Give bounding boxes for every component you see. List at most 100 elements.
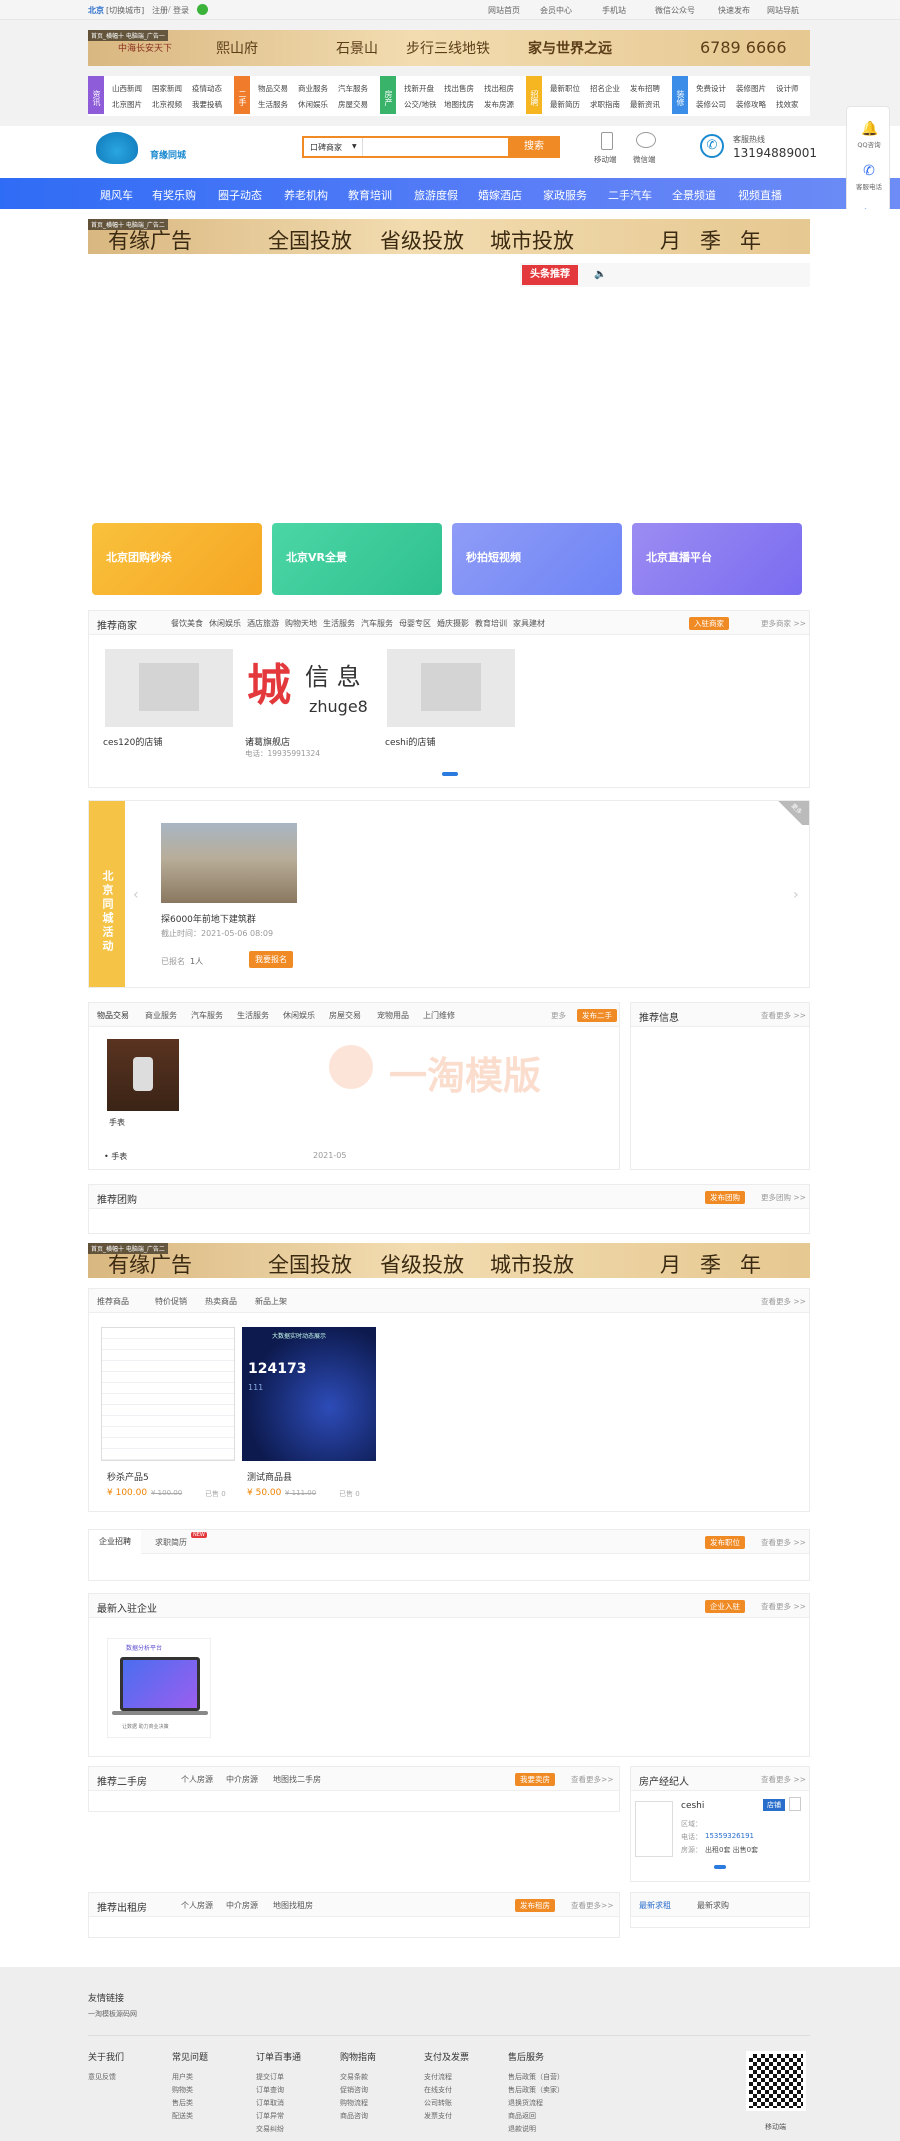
goods-tab[interactable]: 汽车服务 xyxy=(191,1010,223,1021)
footer-link[interactable]: 商品咨询 xyxy=(340,2110,376,2123)
footer-link[interactable]: 交易纠纷 xyxy=(256,2123,301,2136)
footer-link[interactable]: 商品返回 xyxy=(508,2110,564,2123)
member-center-link[interactable]: 会员中心 xyxy=(540,5,572,16)
tab-personal[interactable]: 个人房源 xyxy=(181,1900,213,1911)
footer-link[interactable]: 交易条款 xyxy=(340,2071,376,2084)
goods-tab[interactable]: 生活服务 xyxy=(237,1010,269,1021)
category-link[interactable]: 招名企业 xyxy=(590,83,620,94)
search-input[interactable] xyxy=(364,139,504,155)
category-link[interactable]: 找出售房 xyxy=(444,83,474,94)
promo-card[interactable]: 北京直播平台 xyxy=(632,523,802,595)
more-link[interactable]: 查看更多 >> xyxy=(761,1774,806,1785)
category-link[interactable]: 求职指南 xyxy=(590,99,620,110)
category-link[interactable]: 最新简历 xyxy=(550,99,580,110)
more-groupbuy-link[interactable]: 更多团购 >> xyxy=(761,1192,806,1203)
category-link[interactable]: 最新资讯 xyxy=(630,99,660,110)
category-link[interactable]: 地图找房 xyxy=(444,99,474,110)
category-tag[interactable]: 二手 xyxy=(234,76,250,114)
category-link[interactable]: 国家新闻 xyxy=(152,83,182,94)
activity-title[interactable]: 探6000年前地下建筑群 xyxy=(161,912,256,925)
mobile-label[interactable]: 移动端 xyxy=(594,154,617,165)
goods-tab[interactable]: 房屋交易 xyxy=(329,1010,361,1021)
merchant-tab[interactable]: 酒店旅游 xyxy=(247,618,279,629)
register-link[interactable]: 注册 xyxy=(152,5,168,16)
shop-name[interactable]: ceshi的店铺 xyxy=(385,735,435,748)
category-tag[interactable]: 装修 xyxy=(672,76,688,114)
post-secondhand-button[interactable]: 发布二手 xyxy=(577,1009,617,1022)
merchant-tab[interactable]: 购物天地 xyxy=(285,618,317,629)
ad-banner-3[interactable]: 首页_横幅十 电脑端_广告二 有缘广告 全国投放 省级投放 城市投放月季年 xyxy=(88,1243,810,1278)
more-companies-link[interactable]: 查看更多 >> xyxy=(761,1601,806,1612)
agent-name[interactable]: ceshi xyxy=(681,1801,704,1811)
merchant-tab[interactable]: 母婴专区 xyxy=(399,618,431,629)
category-link[interactable]: 汽车服务 xyxy=(338,83,368,94)
footer-link[interactable]: 订单取消 xyxy=(256,2097,301,2110)
footer-link[interactable]: 售后政策（卖家） xyxy=(508,2084,564,2097)
category-link[interactable]: 我要投稿 xyxy=(192,99,222,110)
shop-name[interactable]: 诸葛旗舰店 xyxy=(245,735,290,748)
chevron-left-icon[interactable]: ‹ xyxy=(133,887,139,903)
goods-tab[interactable]: 休闲娱乐 xyxy=(283,1010,315,1021)
search-button[interactable]: 搜索 xyxy=(508,136,560,158)
category-tag[interactable]: 招聘 xyxy=(526,76,542,114)
category-link[interactable]: 找效家 xyxy=(776,99,799,110)
more-jobs-link[interactable]: 查看更多 >> xyxy=(761,1537,806,1548)
nav-item[interactable]: 全景频道 xyxy=(672,187,716,203)
footer-link[interactable]: 支付流程 xyxy=(424,2071,469,2084)
wechat-login-icon[interactable] xyxy=(197,4,208,15)
switch-city-link[interactable]: [切换城市] xyxy=(106,5,144,16)
category-link[interactable]: 休闲娱乐 xyxy=(298,99,328,110)
category-link[interactable]: 装修公司 xyxy=(696,99,726,110)
merchant-tab[interactable]: 汽车服务 xyxy=(361,618,393,629)
category-tag[interactable]: 资讯 xyxy=(88,76,104,114)
tab-map[interactable]: 地图找租房 xyxy=(273,1900,313,1911)
site-nav-link[interactable]: 网站导航 xyxy=(767,5,799,16)
footer-link[interactable]: 提交订单 xyxy=(256,2071,301,2084)
category-link[interactable]: 免费设计 xyxy=(696,83,726,94)
tab-agency[interactable]: 中介房源 xyxy=(226,1774,258,1785)
footer-link[interactable]: 在线支付 xyxy=(424,2084,469,2097)
footer-link[interactable]: 配送类 xyxy=(172,2110,208,2123)
product-tab[interactable]: 特价促销 xyxy=(155,1296,187,1307)
category-link[interactable]: 公交/地铁 xyxy=(404,99,437,110)
logo-icon[interactable] xyxy=(96,132,138,164)
product-tab[interactable]: 推荐商品 xyxy=(97,1296,129,1307)
footer-link[interactable]: 退款说明 xyxy=(508,2123,564,2136)
product-image[interactable]: 大数据实时动态展示 124173 111 xyxy=(242,1327,376,1461)
category-link[interactable]: 疫情动态 xyxy=(192,83,222,94)
nav-item[interactable]: 家政服务 xyxy=(543,187,587,203)
mobile-site-link[interactable]: 手机站 xyxy=(602,5,626,16)
more-link[interactable]: 查看更多>> xyxy=(571,1900,614,1911)
activity-image[interactable] xyxy=(161,823,297,903)
merchant-tab[interactable]: 婚庆摄影 xyxy=(437,618,469,629)
nav-item[interactable]: 教育培训 xyxy=(348,187,392,203)
goods-tab[interactable]: 上门维修 xyxy=(423,1010,455,1021)
footer-link[interactable]: 意见反馈 xyxy=(88,2071,124,2084)
footer-link[interactable]: 促销咨询 xyxy=(340,2084,376,2097)
category-link[interactable]: 找出租房 xyxy=(484,83,514,94)
category-link[interactable]: 装修攻略 xyxy=(736,99,766,110)
product-name[interactable]: 测试商品县 xyxy=(247,1470,292,1483)
agent-avatar[interactable] xyxy=(635,1801,673,1857)
tab-resumes[interactable]: 求职简历 xyxy=(155,1537,187,1548)
tab-company-jobs[interactable]: 企业招聘 xyxy=(89,1530,141,1554)
shop-name[interactable]: ces120的店铺 xyxy=(103,735,162,748)
footer-link[interactable]: 售后类 xyxy=(172,2097,208,2110)
tab-latest-buy[interactable]: 最新求购 xyxy=(697,1900,729,1911)
nav-item[interactable]: 旅游度假 xyxy=(414,187,458,203)
search-select[interactable]: 口碑商家 xyxy=(310,142,342,153)
footer-link[interactable]: 售后政策（自营） xyxy=(508,2071,564,2084)
merchant-tab[interactable]: 生活服务 xyxy=(323,618,355,629)
product-tab[interactable]: 热卖商品 xyxy=(205,1296,237,1307)
category-link[interactable]: 找新开盘 xyxy=(404,83,434,94)
category-link[interactable]: 生活服务 xyxy=(258,99,288,110)
footer-link[interactable]: 发票支付 xyxy=(424,2110,469,2123)
goods-tab[interactable]: 商业服务 xyxy=(145,1010,177,1021)
more-products-link[interactable]: 查看更多 >> xyxy=(761,1296,806,1307)
category-link[interactable]: 发布房源 xyxy=(484,99,514,110)
top-ad-banner[interactable]: 首页_横幅十 电脑端_广告一 中海长安天下 熙山府 石景山 步行三线地铁 家与世… xyxy=(88,30,810,66)
category-link[interactable]: 最新职位 xyxy=(550,83,580,94)
category-link[interactable]: 物品交易 xyxy=(258,83,288,94)
side-toolbar-item[interactable]: 🔔 QQ咨询 xyxy=(847,115,891,155)
login-link[interactable]: 登录 xyxy=(173,5,189,16)
